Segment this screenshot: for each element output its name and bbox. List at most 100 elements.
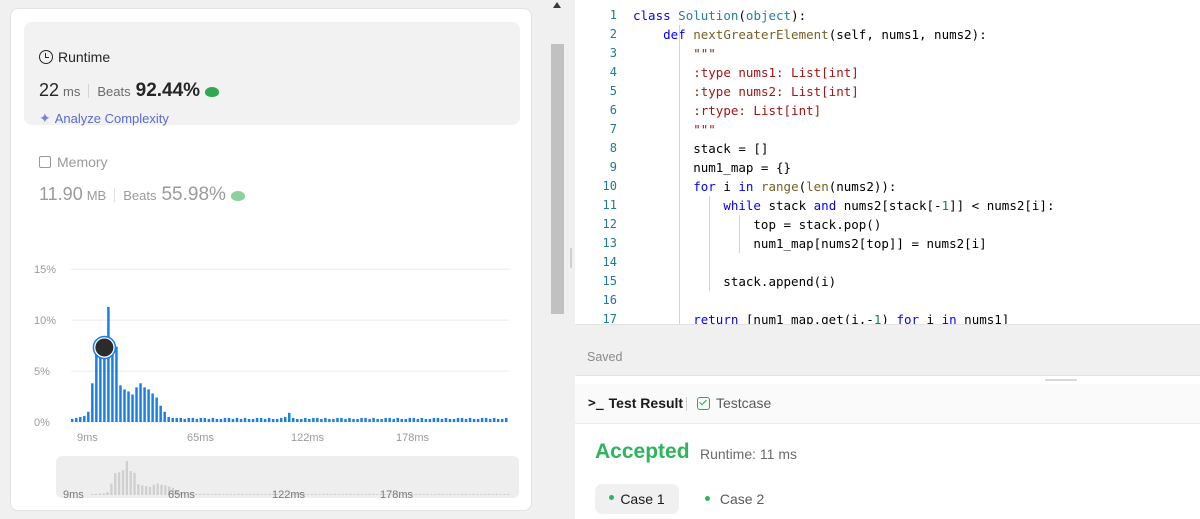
scrubber-bar — [148, 486, 152, 495]
code-line[interactable]: 14 — [575, 253, 1200, 272]
scrubber-bar — [449, 493, 452, 495]
chart-bar — [368, 418, 371, 422]
code-text: stack = [] — [633, 141, 769, 156]
code-line[interactable]: 7 """ — [575, 120, 1200, 139]
scrubber-bar — [129, 471, 132, 495]
scrubber-bar — [460, 493, 464, 495]
tab-test-result[interactable]: >_ Test Result — [588, 395, 683, 411]
vertical-resize-handle[interactable] — [570, 248, 572, 268]
scrubber-bar — [245, 494, 248, 495]
scrubber-bar — [137, 484, 140, 495]
scrubber-bar — [218, 493, 221, 495]
chart-bar — [287, 412, 291, 422]
chart-bar — [308, 418, 311, 422]
code-line[interactable]: 10 for i in range(len(nums2)): — [575, 177, 1200, 196]
code-text: :type nums2: List[int] — [693, 84, 859, 99]
code-text: top = stack.pop() — [633, 217, 882, 232]
scrubber-bar — [499, 494, 502, 495]
chart-bar — [87, 411, 90, 422]
scrubber-bar — [329, 494, 333, 495]
chart-bar — [179, 417, 182, 422]
code-text: :rtype: List[int] — [693, 103, 822, 118]
tab-testcase[interactable]: Testcase — [697, 395, 771, 411]
scrubber-bar — [225, 493, 229, 495]
chart-bar — [159, 405, 162, 422]
code-editor[interactable]: 1 class Solution(object): 2 def nextGreate… — [575, 0, 1200, 325]
line-number: 10 — [602, 179, 617, 193]
chart-bar — [388, 417, 391, 422]
scrubber-bar — [144, 486, 148, 495]
chart-bar — [356, 418, 359, 422]
scrubber-bar — [310, 494, 313, 495]
chart-bar — [452, 418, 456, 422]
scrubber-bar — [468, 494, 471, 495]
scrubber-bar — [98, 493, 102, 495]
pass-dot-icon — [705, 495, 710, 501]
case-2-button[interactable]: Case 2 — [705, 491, 764, 507]
x-tick-label: 65ms — [187, 432, 214, 444]
chart-bar — [91, 383, 94, 422]
result-status: Accepted — [595, 440, 690, 463]
x-tick-label: 122ms — [291, 432, 325, 444]
scrubber-bar — [106, 492, 109, 495]
scroll-up-arrow-icon[interactable] — [553, 2, 561, 8]
scrubber-bar — [422, 494, 425, 495]
chart-bar — [476, 418, 480, 422]
code-text: stack.append(i) — [633, 274, 837, 289]
code-text: class Solution(object): — [633, 8, 807, 23]
code-line[interactable]: 13 num1_map[nums2[top]] = nums2[i] — [575, 234, 1200, 253]
code-line[interactable]: 16 — [575, 291, 1200, 310]
scrubber-bar — [237, 493, 240, 495]
code-line[interactable]: 11 while stack and nums2[stack[-1]] < nu… — [575, 196, 1200, 215]
chart-bar — [364, 417, 367, 422]
case-1-button[interactable]: Case 1 — [595, 484, 679, 514]
scrollbar-thumb[interactable] — [551, 44, 564, 314]
scrubber-bar — [507, 493, 510, 495]
code-line[interactable]: 3 """ — [575, 44, 1200, 63]
chart-bar — [243, 417, 247, 422]
scrubber-bar — [102, 493, 105, 495]
code-line[interactable]: 12 top = stack.pop() — [575, 215, 1200, 234]
chart-bar — [263, 418, 267, 422]
scrubber-bar — [133, 472, 136, 495]
scrubber-bar — [495, 493, 498, 495]
scrubber-bar — [326, 493, 329, 495]
y-tick-label: 5% — [34, 366, 50, 378]
y-tick-label: 0% — [34, 417, 50, 429]
tab-testcase-label: Testcase — [716, 395, 772, 411]
chart-bar — [267, 417, 271, 422]
selected-runtime-marker — [95, 338, 114, 357]
chart-bar — [352, 418, 355, 422]
chart-bar — [492, 417, 496, 422]
chart-bar — [191, 417, 195, 422]
line-number: 12 — [602, 217, 617, 231]
scrubber-bar — [430, 494, 433, 495]
chart-bar — [416, 418, 420, 422]
scrubber-bar — [91, 494, 94, 495]
code-line[interactable]: 9 num1_map = {} — [575, 158, 1200, 177]
code-line[interactable]: 8 stack = [] — [575, 139, 1200, 158]
code-line[interactable]: 2 def nextGreaterElement(self, nums1, nu… — [575, 25, 1200, 44]
chart-bar — [320, 418, 323, 422]
chart-bar — [436, 417, 440, 422]
code-line[interactable]: 1 class Solution(object): — [575, 6, 1200, 25]
code-line[interactable]: 5 :type nums2: List[int] — [575, 82, 1200, 101]
chart-bar — [480, 417, 484, 422]
code-line[interactable]: 17 return [num1_map.get(i,-1) for i in n… — [575, 310, 1200, 324]
scrubber-tick-label: 178ms — [380, 489, 414, 501]
scrubber-bar — [256, 493, 259, 495]
runtime-distribution-chart[interactable]: 15% 10% 5% 0% 9ms 65ms 122ms 178ms 9ms 65ms 122ms 1… — [11, 9, 532, 511]
code-line[interactable]: 4 :type nums1: List[int] — [575, 63, 1200, 82]
horizontal-resize-handle[interactable] — [1045, 379, 1077, 381]
chart-bar — [227, 417, 231, 422]
scrubber-bar — [233, 494, 236, 495]
scrubber-bar — [426, 493, 429, 495]
chart-bar — [384, 417, 387, 422]
y-tick-label: 10% — [34, 315, 56, 327]
line-number: 16 — [602, 293, 617, 307]
code-line[interactable]: 15 stack.append(i) — [575, 272, 1200, 291]
leetcode-submission-view: Runtime 22 ms Beats 92.44% ✦ Analyze Com… — [0, 0, 1200, 519]
code-line[interactable]: 6 :rtype: List[int] — [575, 101, 1200, 120]
scrubber-bar — [491, 494, 495, 495]
chart-bar — [223, 417, 227, 422]
